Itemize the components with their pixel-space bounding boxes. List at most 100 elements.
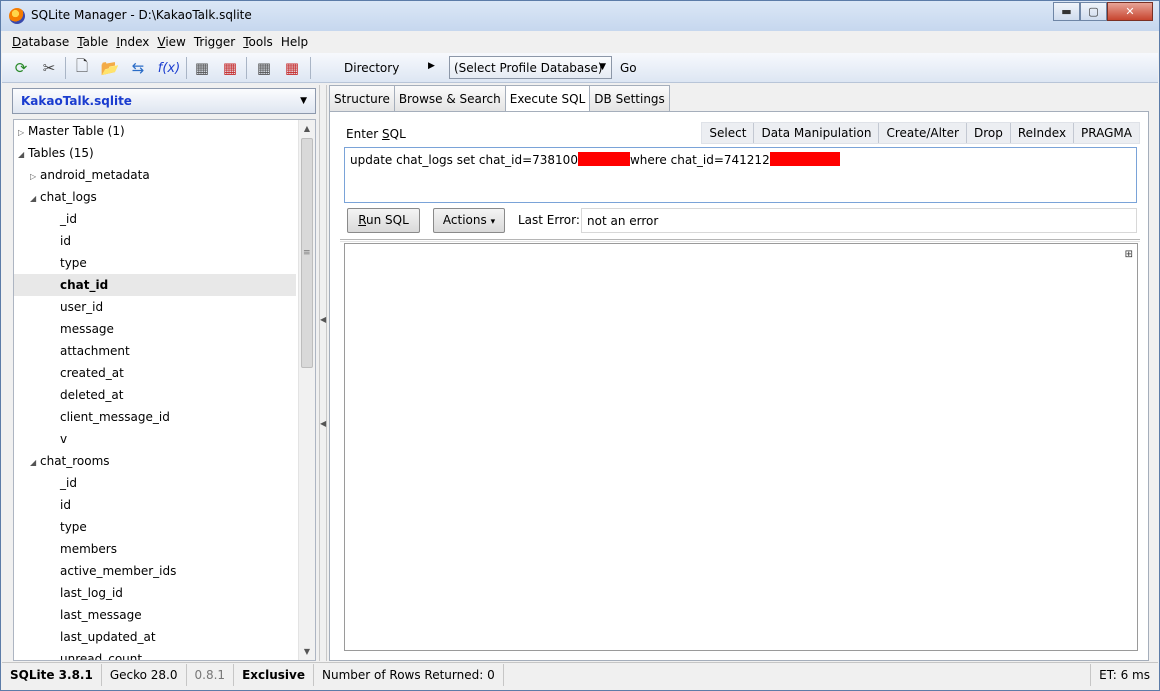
- open-folder-icon[interactable]: 📂: [99, 57, 121, 79]
- tree-item[interactable]: _id: [50, 208, 77, 230]
- profile-database-select[interactable]: (Select Profile Database) ▼: [449, 56, 612, 79]
- chevron-down-icon: ▼: [300, 96, 307, 106]
- lock-mode: Exclusive: [234, 663, 314, 686]
- collapse-left-icon[interactable]: ◀: [320, 419, 326, 428]
- connect-icon[interactable]: ⇆: [127, 57, 149, 79]
- tree-item-label: chat_logs: [40, 190, 97, 204]
- tree-item[interactable]: v: [50, 428, 67, 450]
- quick-link-create-alter[interactable]: Create/Alter: [878, 123, 965, 143]
- expand-toggle-icon[interactable]: ▷: [18, 122, 28, 144]
- tree-item[interactable]: ◢ Tables (15): [18, 142, 94, 164]
- tree-item-label: _id: [60, 476, 77, 490]
- tree-item[interactable]: _id: [50, 472, 77, 494]
- menu-item[interactable]: Index: [112, 35, 153, 49]
- firefox-icon: [9, 8, 25, 24]
- expand-toggle-icon[interactable]: ◢: [30, 452, 40, 474]
- refresh-icon[interactable]: ⟳: [10, 57, 32, 79]
- tab-db-settings[interactable]: DB Settings: [589, 85, 670, 111]
- tree-item[interactable]: unread_count: [50, 648, 143, 661]
- tree-item[interactable]: last_message: [50, 604, 142, 626]
- database-select[interactable]: KakaoTalk.sqlite ▼: [12, 88, 316, 114]
- tab-execute-sql[interactable]: Execute SQL: [504, 85, 591, 112]
- menu-item[interactable]: Tools: [239, 35, 277, 49]
- tree-item-label: active_member_ids: [60, 564, 177, 578]
- expand-toggle-icon[interactable]: ◢: [18, 144, 28, 166]
- elapsed-time: ET: 6 ms: [1090, 663, 1158, 686]
- tree-item[interactable]: chat_id: [14, 274, 296, 296]
- function-icon[interactable]: f(x): [155, 57, 183, 79]
- tree-item-label: created_at: [60, 366, 124, 380]
- menu-item[interactable]: Trigger: [190, 35, 239, 49]
- tree-item[interactable]: id: [50, 230, 71, 252]
- tree-item[interactable]: ◢ chat_logs: [30, 186, 97, 208]
- quick-link-select[interactable]: Select: [702, 123, 753, 143]
- last-error-label: Last Error:: [518, 213, 580, 227]
- tree-item[interactable]: type: [50, 516, 87, 538]
- drop-table-icon[interactable]: ▦: [219, 57, 241, 79]
- chevron-down-icon: ▼: [599, 62, 606, 72]
- schema-tree[interactable]: unread_count last_updated_at last_message l…: [13, 119, 316, 661]
- expand-toggle-icon[interactable]: ◢: [30, 188, 40, 210]
- quick-link-drop[interactable]: Drop: [965, 123, 1010, 143]
- actions-button[interactable]: Actions ▾: [433, 208, 505, 233]
- tree-item[interactable]: deleted_at: [50, 384, 123, 406]
- tree-item-label: attachment: [60, 344, 130, 358]
- tree-item-label: message: [60, 322, 114, 336]
- tree-item-label: unread_count: [60, 652, 143, 661]
- create-table-icon[interactable]: ▦: [191, 57, 213, 79]
- tree-item-label: members: [60, 542, 117, 556]
- maximize-button[interactable]: ▢: [1080, 2, 1107, 21]
- tree-item[interactable]: active_member_ids: [50, 560, 176, 582]
- menu-item[interactable]: Table: [73, 35, 112, 49]
- menu-item[interactable]: View: [153, 35, 189, 49]
- tree-scrollbar[interactable]: ▲ ≡ ▼: [298, 120, 315, 660]
- tree-item-label: client_message_id: [60, 410, 170, 424]
- tree-item[interactable]: type: [50, 252, 87, 274]
- tree-item[interactable]: id: [50, 494, 71, 516]
- expand-toggle-icon[interactable]: ▷: [30, 166, 40, 188]
- tab-browse-search[interactable]: Browse & Search: [393, 85, 506, 111]
- tree-item[interactable]: ◢ chat_rooms: [30, 450, 110, 472]
- gecko-version: Gecko 28.0: [102, 663, 187, 686]
- quick-link-reindex[interactable]: ReIndex: [1009, 123, 1073, 143]
- pane-divider[interactable]: [340, 239, 1140, 242]
- column-picker-icon[interactable]: ⊞: [1125, 249, 1133, 260]
- tree-item[interactable]: last_updated_at: [50, 626, 156, 648]
- scroll-down-icon[interactable]: ▼: [299, 643, 315, 660]
- create-index-icon[interactable]: ▦: [253, 57, 275, 79]
- tree-item[interactable]: last_log_id: [50, 582, 123, 604]
- tree-item[interactable]: ▷ android_metadata: [30, 164, 150, 186]
- directory-arrow-icon[interactable]: ▶: [428, 61, 435, 71]
- extension-version: 0.8.1: [187, 663, 235, 686]
- tree-item[interactable]: user_id: [50, 296, 103, 318]
- pane-splitter[interactable]: ◀ ◀: [319, 85, 327, 661]
- tab-structure[interactable]: Structure: [329, 85, 395, 111]
- close-button[interactable]: ✕: [1107, 2, 1153, 21]
- menu-item[interactable]: Help: [277, 35, 312, 49]
- quick-link-pragma[interactable]: PRAGMA: [1073, 123, 1139, 143]
- scroll-up-icon[interactable]: ▲: [299, 120, 315, 137]
- drop-index-icon[interactable]: ▦: [281, 57, 303, 79]
- directory-label[interactable]: Directory: [344, 61, 399, 75]
- tree-item-label: chat_rooms: [40, 454, 110, 468]
- quick-link-data-manipulation[interactable]: Data Manipulation: [753, 123, 878, 143]
- tree-item[interactable]: created_at: [50, 362, 124, 384]
- tree-item[interactable]: attachment: [50, 340, 130, 362]
- collapse-left-icon[interactable]: ◀: [320, 315, 326, 324]
- status-bar: SQLite 3.8.1 Gecko 28.0 0.8.1 Exclusive …: [2, 662, 1158, 686]
- tree-item[interactable]: ▷ Master Table (1): [18, 120, 125, 142]
- tree-item[interactable]: message: [50, 318, 114, 340]
- menu-item[interactable]: Database: [8, 35, 73, 49]
- minimize-button[interactable]: ▬: [1053, 2, 1080, 21]
- new-file-icon[interactable]: 🗋: [71, 57, 93, 79]
- sql-input[interactable]: update chat_logs set chat_id=738100 where…: [344, 147, 1137, 203]
- tree-item-label: v: [60, 432, 68, 446]
- tools-icon[interactable]: ✂: [38, 57, 60, 79]
- tree-item-label: type: [60, 256, 87, 270]
- results-grid[interactable]: ⊞: [344, 243, 1138, 651]
- tree-item[interactable]: members: [50, 538, 117, 560]
- run-sql-button[interactable]: Run SQL: [347, 208, 420, 233]
- tree-item[interactable]: client_message_id: [50, 406, 170, 428]
- tree-item-label: last_log_id: [60, 586, 123, 600]
- go-button[interactable]: Go: [620, 61, 637, 75]
